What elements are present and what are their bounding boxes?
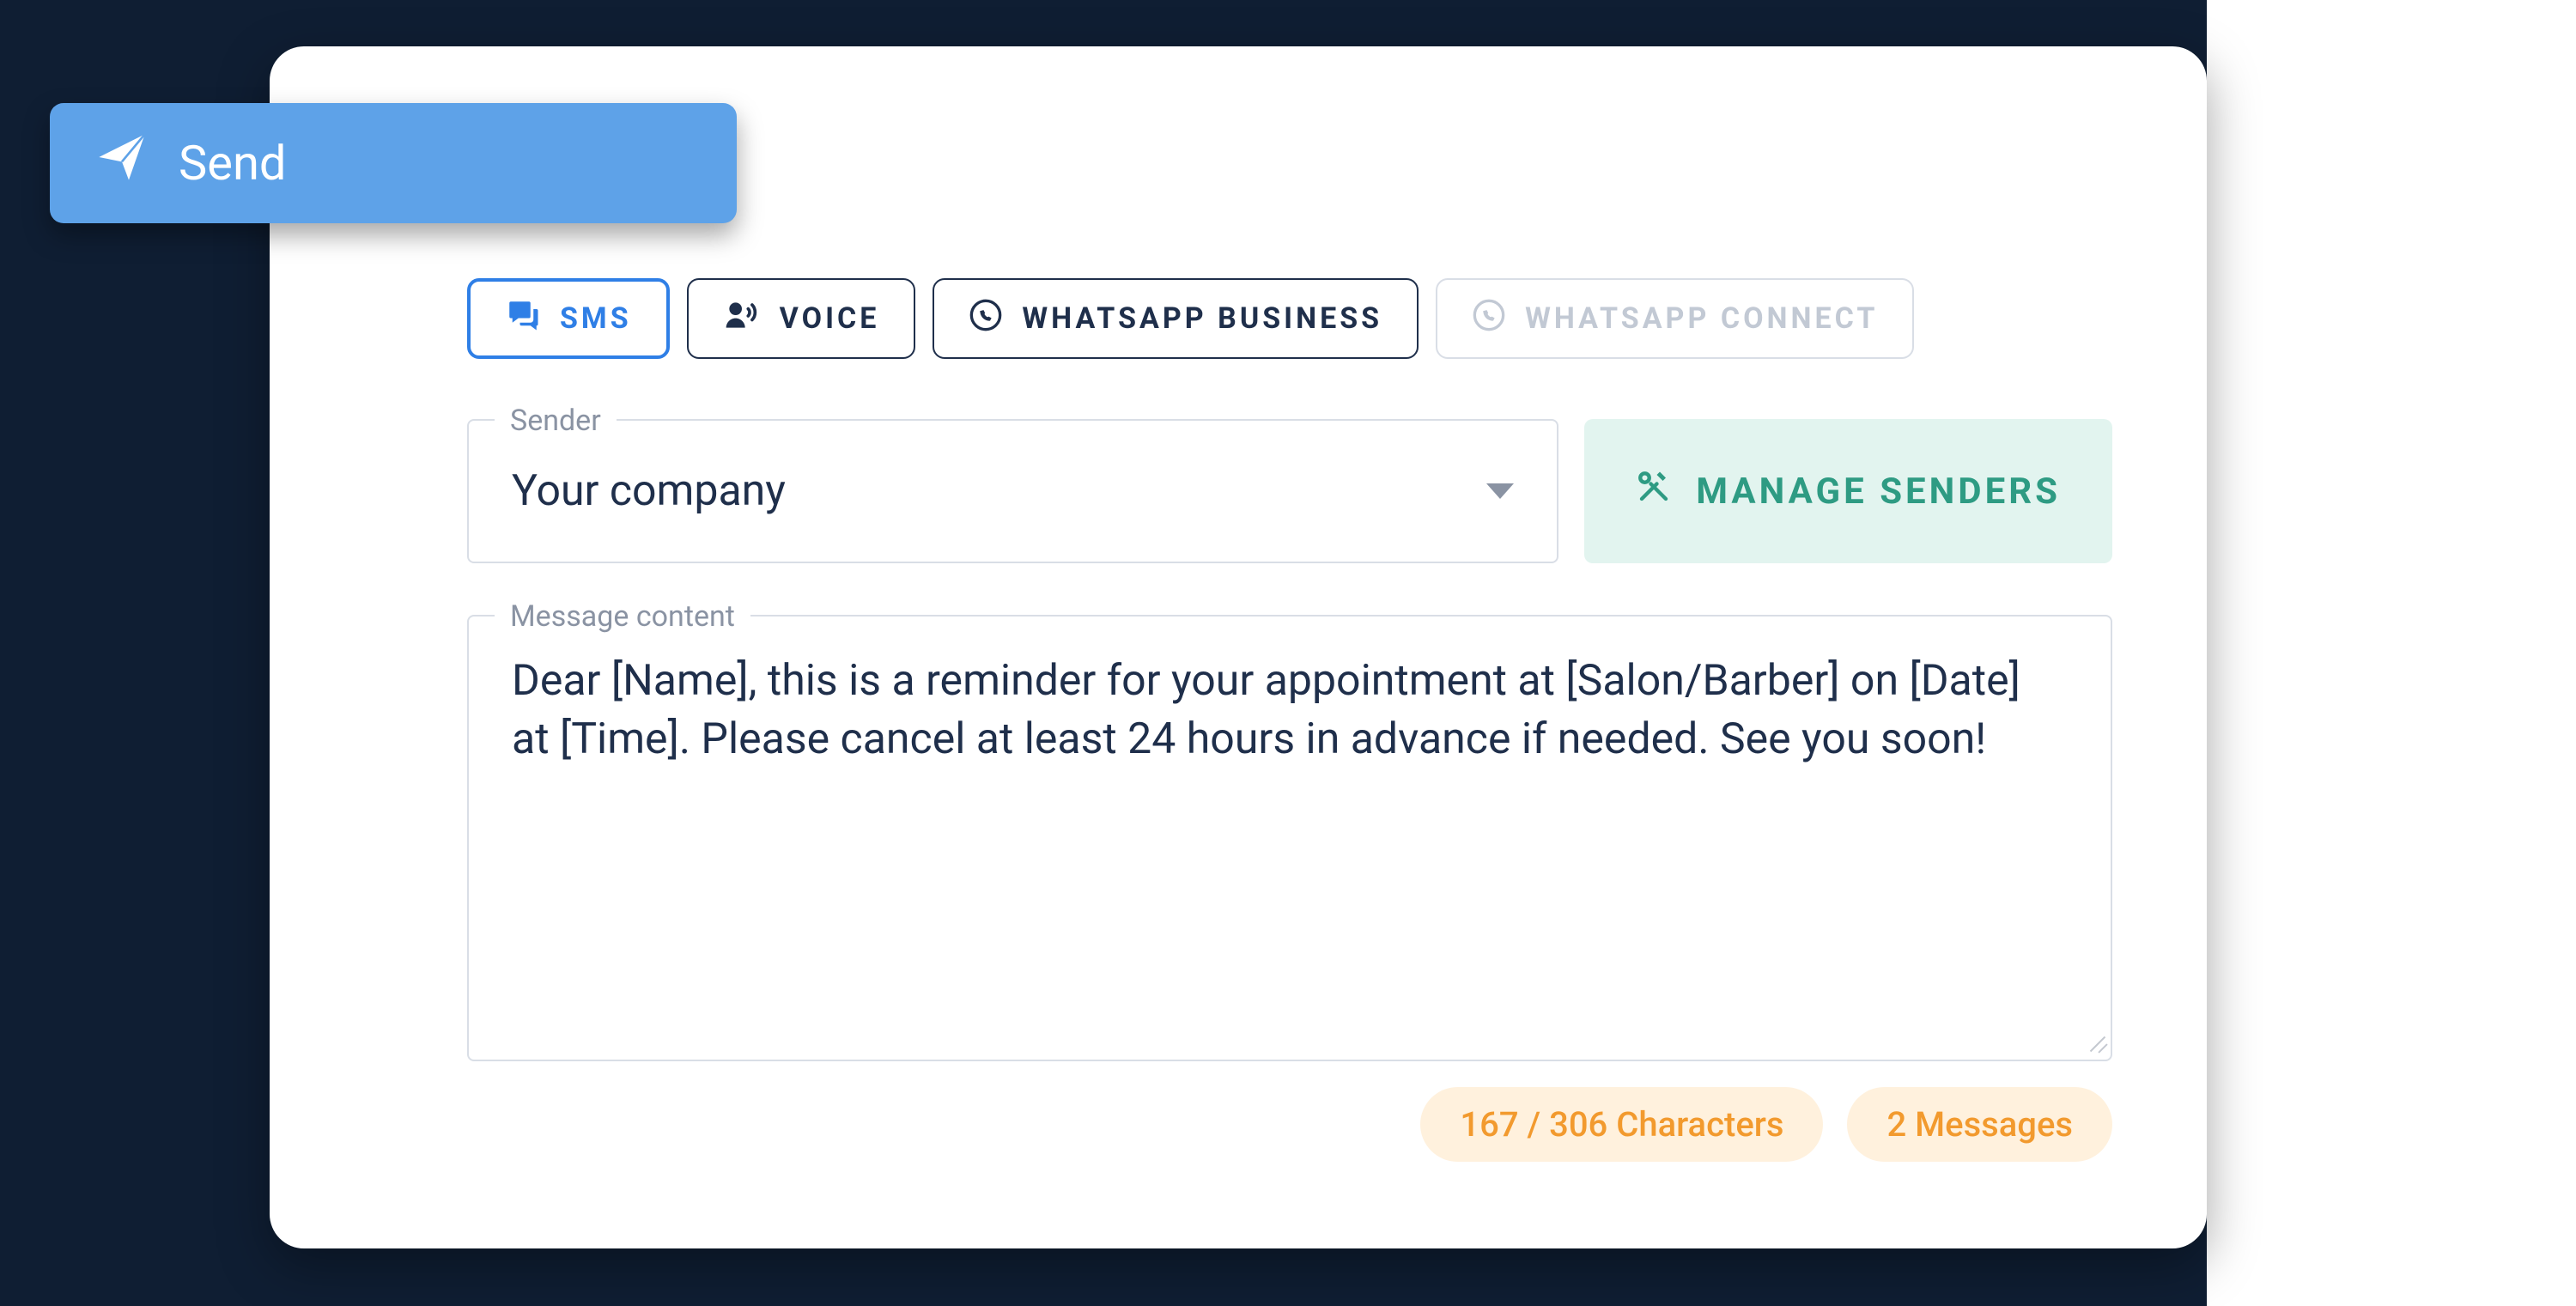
tab-label: WHATSAPP BUSINESS (1022, 301, 1382, 336)
tools-icon (1636, 469, 1672, 514)
tab-whatsapp-connect: WHATSAPP CONNECT (1436, 278, 1914, 359)
sender-row: Sender Your company MANAGE SENDERS (467, 419, 2112, 563)
tab-sms[interactable]: SMS (467, 278, 670, 359)
sender-select[interactable]: Your company (469, 421, 1557, 562)
send-icon (94, 130, 149, 197)
tab-label: WHATSAPP CONNECT (1525, 301, 1878, 336)
sender-legend: Sender (495, 404, 617, 438)
tab-whatsapp-business[interactable]: WHATSAPP BUSINESS (933, 278, 1419, 359)
channel-tabs: SMS VOICE WHATSAPP BUSINESS (467, 278, 2112, 359)
tab-label: SMS (560, 301, 632, 336)
whatsapp-icon (969, 298, 1003, 340)
tab-label: VOICE (780, 301, 880, 336)
message-field: Message content (467, 615, 2112, 1061)
counters: 167 / 306 Characters 2 Messages (467, 1087, 2112, 1162)
resize-handle-icon[interactable] (2081, 1030, 2105, 1054)
compose-card: SMS VOICE WHATSAPP BUSINESS (270, 46, 2207, 1248)
message-count-badge: 2 Messages (1847, 1087, 2112, 1162)
manage-senders-button[interactable]: MANAGE SENDERS (1584, 419, 2112, 563)
message-textarea[interactable] (512, 653, 2068, 1032)
manage-senders-label: MANAGE SENDERS (1696, 471, 2061, 513)
send-label: Send (179, 135, 286, 191)
whatsapp-icon (1472, 298, 1506, 340)
sender-field: Sender Your company (467, 419, 1558, 563)
sender-value: Your company (512, 466, 786, 516)
sms-icon (505, 297, 541, 341)
character-count-badge: 167 / 306 Characters (1420, 1087, 1823, 1162)
tab-voice[interactable]: VOICE (687, 278, 916, 359)
send-button[interactable]: Send (50, 103, 737, 223)
chevron-down-icon (1486, 483, 1514, 499)
message-legend: Message content (495, 599, 750, 634)
voice-icon (723, 296, 761, 342)
